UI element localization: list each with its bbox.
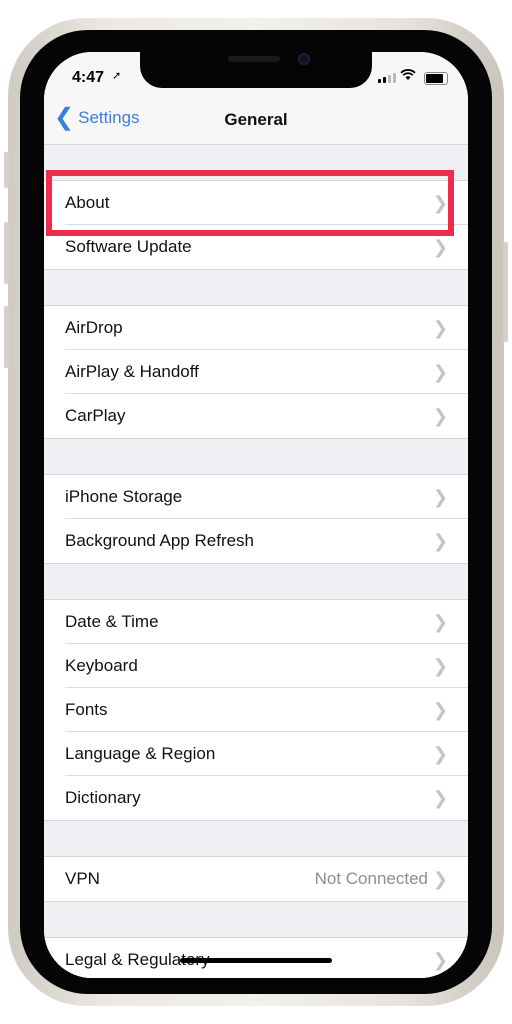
status-time: 4:47 [72,69,105,86]
front-camera [298,53,310,65]
list-item-date-time[interactable]: Date & Time ❯ [44,600,468,644]
section-gap [44,821,468,857]
cellular-signal-icon [378,73,396,83]
location-arrow-icon: ➚ [112,70,122,82]
navigation-bar: ❮ Settings General [44,96,468,145]
item-label: CarPlay [65,406,126,425]
list-item-carplay[interactable]: CarPlay ❯ [44,394,468,439]
list-item-keyboard[interactable]: Keyboard ❯ [44,644,468,688]
volume-up-button [4,222,9,284]
chevron-right-icon: ❯ [432,530,448,551]
item-label: AirDrop [65,318,123,337]
home-indicator[interactable] [180,958,332,963]
list-item-airdrop[interactable]: AirDrop ❯ [44,306,468,350]
chevron-right-icon: ❯ [432,868,448,889]
chevron-right-icon: ❯ [432,361,448,382]
list-item-vpn[interactable]: VPN Not Connected ❯ [44,857,468,902]
chevron-right-icon: ❯ [432,236,448,257]
list-item-background-app-refresh[interactable]: Background App Refresh ❯ [44,519,468,564]
vpn-status: Not Connected [314,869,428,888]
mute-switch [4,152,9,188]
settings-list: About ❯ Software Update ❯ AirDrop ❯ AirPlay… [44,145,468,978]
section-gap [44,270,468,306]
item-label: AirPlay & Handoff [65,362,199,381]
chevron-right-icon: ❯ [432,405,448,426]
item-label: VPN [65,869,100,888]
chevron-right-icon: ❯ [432,655,448,676]
battery-icon [424,72,448,85]
item-label: Fonts [65,700,108,719]
item-label: Date & Time [65,612,159,631]
volume-down-button [4,306,9,368]
wifi-icon [400,68,416,84]
item-label: Background App Refresh [65,531,255,550]
page-title: General [224,110,288,129]
notch [140,52,372,88]
chevron-right-icon: ❯ [432,486,448,507]
side-button [503,242,508,342]
list-item-dictionary[interactable]: Dictionary ❯ [44,776,468,821]
about-highlight-box [46,170,454,236]
item-label: Language & Region [65,744,216,763]
section-gap [44,564,468,600]
chevron-right-icon: ❯ [432,949,448,970]
item-label: Dictionary [65,788,141,807]
speaker [228,56,280,62]
list-item-airplay-handoff[interactable]: AirPlay & Handoff ❯ [44,350,468,394]
chevron-right-icon: ❯ [432,611,448,632]
chevron-right-icon: ❯ [432,743,448,764]
chevron-right-icon: ❯ [432,699,448,720]
section-gap [44,439,468,475]
section-gap [44,902,468,938]
chevron-right-icon: ❯ [432,787,448,808]
list-item-language-region[interactable]: Language & Region ❯ [44,732,468,776]
item-label: Keyboard [65,656,138,675]
item-label: iPhone Storage [65,487,183,506]
list-item-fonts[interactable]: Fonts ❯ [44,688,468,732]
item-label: Software Update [65,237,192,256]
list-item-iphone-storage[interactable]: iPhone Storage ❯ [44,475,468,519]
chevron-right-icon: ❯ [432,317,448,338]
